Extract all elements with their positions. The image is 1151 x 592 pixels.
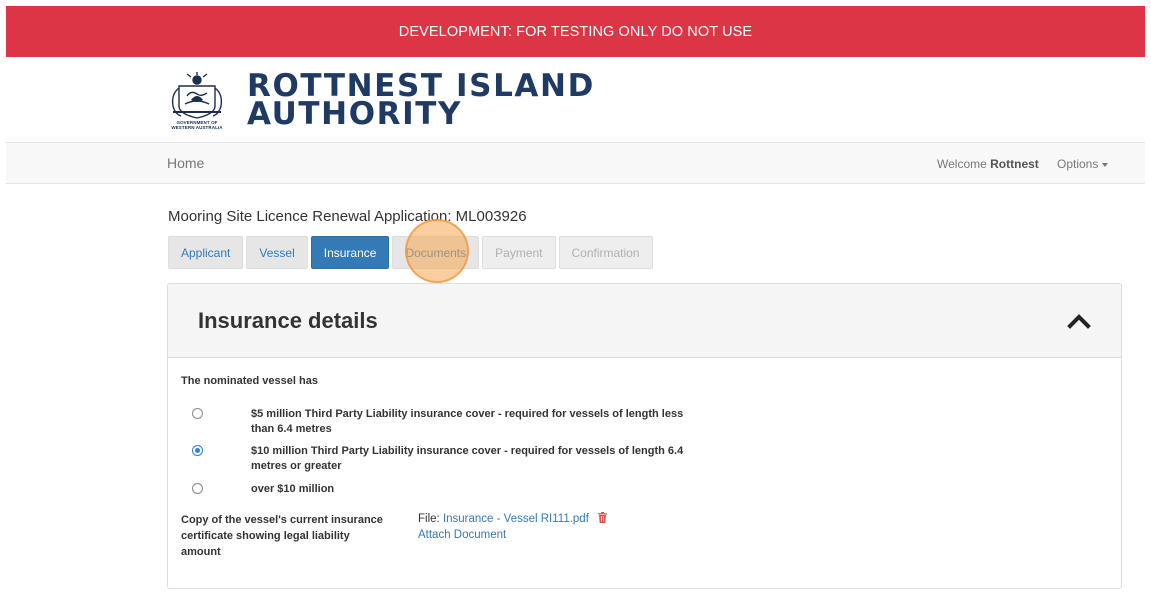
uploaded-file: File: Insurance - Vessel RI111.pdf [418,512,608,525]
logo-wordmark: ROTTNEST ISLAND AUTHORITY [247,71,595,132]
insurance-option-over-10m-label: over $10 million [251,483,335,495]
tab-confirmation: Confirmation [558,236,653,269]
options-dropdown[interactable]: Options [1057,157,1109,171]
panel-title: Insurance details [198,308,378,333]
insurance-option-10m-label: $10 million Third Party Liability insura… [251,445,684,472]
tab-applicant[interactable]: Applicant [168,236,244,269]
dev-banner-text: DEVELOPMENT: FOR TESTING ONLY DO NOT USE [398,23,753,40]
radio-over-10m[interactable] [192,483,203,494]
application-tabs: Applicant Vessel Insurance Documents Pay… [168,236,653,269]
file-prefix: File: [418,513,440,525]
trash-icon[interactable] [598,512,608,523]
crest-logo-icon: GOVERNMENT OF WESTERN AUSTRALIA [165,72,229,134]
panel-heading: Insurance details [168,284,1121,358]
crest-caption: GOVERNMENT OF WESTERN AUSTRALIA [165,120,229,130]
caret-down-icon [1102,162,1109,167]
insurance-option-5m-label: $5 million Third Party Liability insuran… [251,408,684,435]
welcome-prefix: Welcome [937,157,987,171]
tab-insurance[interactable]: Insurance [310,236,390,269]
chevron-up-icon[interactable] [1066,312,1092,330]
tab-payment: Payment [482,236,556,269]
attach-document-link[interactable]: Attach Document [418,529,506,541]
nav-home-link[interactable]: Home [167,155,204,171]
options-label: Options [1057,157,1099,171]
radio-5m[interactable] [192,408,203,419]
tab-documents[interactable]: Documents [392,236,480,269]
vessel-insurance-intro: The nominated vessel has [181,375,318,387]
logo-line2: AUTHORITY [247,96,463,132]
tab-vessel[interactable]: Vessel [246,236,308,269]
radio-10m[interactable] [192,445,203,456]
dev-banner: DEVELOPMENT: FOR TESTING ONLY DO NOT USE [6,6,1145,57]
crest-caption-line2: WESTERN AUSTRALIA [171,125,223,130]
insurance-certificate-label: Copy of the vessel's current insurance c… [181,514,383,558]
insurance-panel: Insurance details The nominated vessel h… [167,283,1122,589]
welcome-user-name: Rottnest [990,157,1039,171]
welcome-message: Welcome Rottnest [937,157,1039,171]
authority-logo[interactable]: GOVERNMENT OF WESTERN AUSTRALIA ROTTNEST… [165,71,595,134]
file-link[interactable]: Insurance - Vessel RI111.pdf [443,513,589,525]
page-title: Mooring Site Licence Renewal Application… [168,208,527,225]
top-navbar: Home Welcome Rottnest Options [6,142,1145,184]
